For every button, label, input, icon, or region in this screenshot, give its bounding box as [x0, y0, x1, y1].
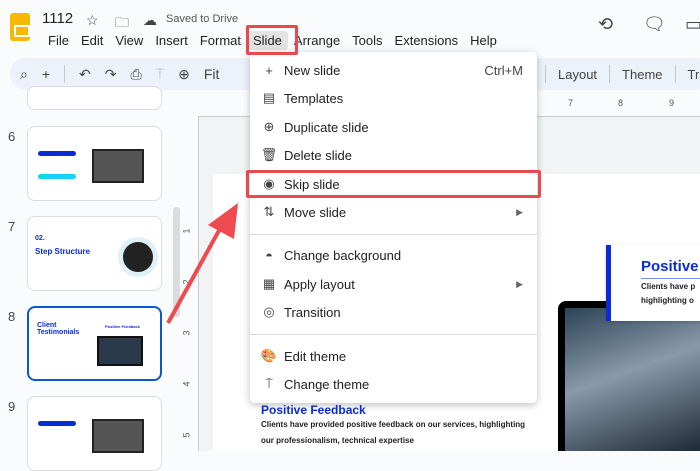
menu-item-templates[interactable]: ▤ Templates [250, 85, 537, 111]
menu-insert[interactable]: Insert [149, 31, 194, 50]
drop-icon: ◓ [265, 247, 273, 263]
menu-extensions[interactable]: Extensions [389, 31, 465, 50]
menu-item-label: Change theme [284, 376, 370, 392]
shortcut: Ctrl+M [484, 62, 523, 78]
menu-item-label: Delete slide [284, 147, 352, 163]
thumb-text: Step Structure [35, 247, 91, 256]
slide-thumbnail-7[interactable]: 02. Step Structure [27, 216, 162, 291]
card-text: Clients have p [641, 282, 696, 291]
menu-item-label: Duplicate slide [284, 119, 369, 135]
menu-item-label: New slide [284, 62, 341, 78]
menu-help[interactable]: Help [464, 31, 503, 50]
menu-item-move-slide[interactable]: ⇅ Move slide ▶ [250, 199, 537, 225]
slide-thumbnail-5[interactable] [27, 86, 162, 110]
star-icon[interactable]: ☆ [86, 12, 99, 29]
slide-thumbnail-8[interactable]: Client Testimonials Positive Feedback [27, 306, 162, 381]
theme-button[interactable]: Theme [622, 67, 662, 82]
trash-icon: 🗑 [260, 147, 278, 162]
card-text: highlighting o [641, 296, 694, 305]
layout-icon: ▦ [262, 276, 276, 291]
menu-item-label: Templates [284, 90, 344, 106]
annotation-arrow [166, 203, 238, 324]
paint-format-icon[interactable]: ⍑ [156, 66, 164, 83]
layout-button[interactable]: Layout [558, 67, 597, 82]
annotation-highlight-skip-slide [246, 170, 541, 198]
slide-heading: Positive Feedback [261, 403, 366, 417]
menu-view[interactable]: View [109, 31, 149, 50]
thumb-text: Client Testimonials [37, 322, 80, 336]
menu-item-edit-theme[interactable]: 🎨 Edit theme [250, 343, 537, 369]
menu-item-new-slide[interactable]: + New slide Ctrl+M [250, 57, 537, 83]
save-status: Saved to Drive [166, 13, 239, 25]
slide-thumbnail-6[interactable] [27, 126, 162, 201]
menu-divider [250, 334, 537, 335]
redo-icon[interactable]: ↷ [105, 66, 117, 83]
annotation-highlight-slide-menu [246, 25, 298, 55]
menu-item-transition[interactable]: ◎ Transition [250, 299, 537, 325]
thumb-text: 02. [35, 235, 45, 242]
menu-tools[interactable]: Tools [346, 31, 388, 50]
zoom-icon[interactable]: ⊕ [178, 66, 190, 83]
doc-title[interactable]: 1112 [42, 10, 73, 27]
slide-thumbnail-9[interactable] [27, 396, 162, 471]
paint-roller-icon: ⍑ [265, 376, 273, 391]
duplicate-icon: ⊕ [263, 119, 275, 134]
slides-logo[interactable] [10, 13, 30, 41]
menu-item-change-theme[interactable]: ⍑ Change theme [250, 371, 537, 397]
undo-icon[interactable]: ↶ [79, 66, 91, 83]
slide-number: 8 [8, 309, 16, 324]
card-title: Positive [641, 258, 699, 275]
menu-item-label: Change background [284, 247, 402, 263]
menu-item-delete-slide[interactable]: 🗑 Delete slide [250, 142, 537, 168]
slide-menu-dropdown: + New slide Ctrl+M ▤ Templates ⊕ Duplicate sli… [250, 52, 537, 403]
menu-item-duplicate-slide[interactable]: ⊕ Duplicate slide [250, 114, 537, 140]
toolbar-right: Layout Theme Tra [545, 58, 700, 90]
menu-item-label: Edit theme [284, 348, 347, 364]
cloud-icon: ☁ [143, 12, 157, 28]
divider [64, 65, 66, 83]
comment-icon[interactable]: 🗨 [643, 14, 666, 35]
menu-item-label: Transition [284, 304, 341, 320]
zoom-select[interactable]: Fit [204, 66, 220, 82]
menu-edit[interactable]: Edit [75, 31, 109, 50]
move-icon: ⇅ [263, 204, 275, 219]
palette-icon: 🎨 [260, 348, 278, 363]
menu-divider [250, 234, 537, 235]
filmstrip: 6 7 02. Step Structure 8 Client Testimon… [0, 86, 178, 471]
history-icon[interactable]: ⟲ [598, 14, 613, 35]
menu-item-label: Move slide [284, 204, 347, 220]
slide-number: 7 [8, 219, 16, 234]
transition-icon: ◎ [263, 304, 275, 319]
slide-body: our professionalism, technical expertise [261, 436, 414, 445]
print-icon[interactable]: ⎙ [131, 66, 142, 83]
new-slide-icon[interactable]: + [42, 66, 50, 82]
submenu-arrow-icon: ▶ [516, 278, 523, 289]
slide-number: 6 [8, 129, 16, 144]
menu-file[interactable]: File [42, 31, 75, 50]
search-icon[interactable]: ⌕ [20, 66, 28, 83]
thumb-text: Positive Feedback [105, 324, 140, 329]
slide-body: Clients have provided positive feedback … [261, 420, 526, 429]
transition-button[interactable]: Tra [688, 67, 700, 82]
submenu-arrow-icon: ▶ [516, 206, 523, 217]
menu-item-change-background[interactable]: ◓ Change background [250, 242, 537, 268]
templates-icon: ▤ [262, 90, 276, 105]
menu-format[interactable]: Format [194, 31, 247, 50]
plus-icon: + [265, 62, 273, 78]
menu-item-label: Apply layout [284, 276, 355, 292]
present-icon[interactable]: ▭ [685, 14, 700, 35]
menu-item-apply-layout[interactable]: ▦ Apply layout ▶ [250, 271, 537, 297]
slide-number: 9 [8, 399, 16, 414]
